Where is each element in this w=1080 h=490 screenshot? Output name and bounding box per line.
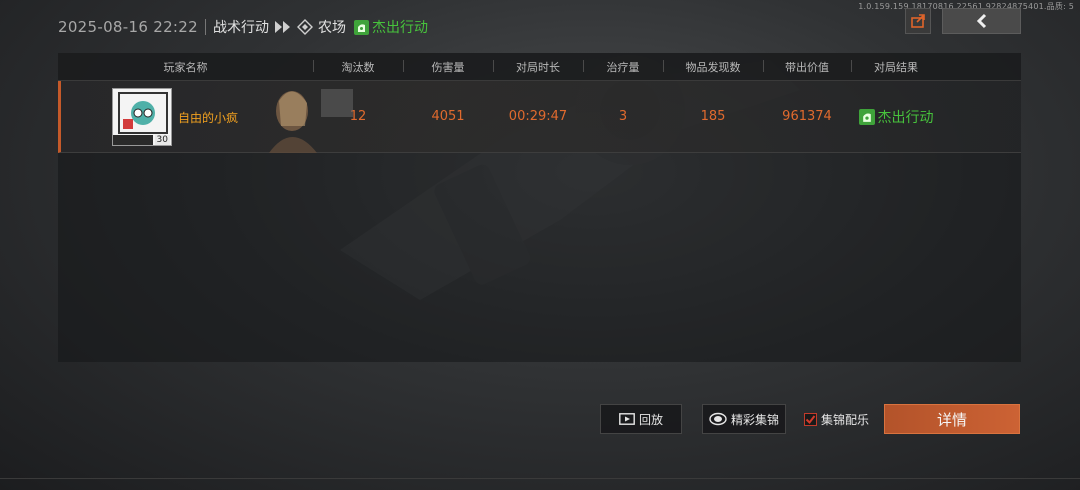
col-header-healing: 治疗量 [583, 59, 663, 75]
music-label: 集锦配乐 [821, 413, 870, 427]
map-diamond-icon [296, 19, 313, 35]
details-button[interactable]: 详情 [884, 404, 1020, 434]
double-chevron-icon [274, 21, 291, 33]
col-header-duration: 对局时长 [493, 59, 583, 75]
cell-duration: 00:29:47 [508, 109, 568, 124]
replay-button[interactable]: 回放 [600, 404, 682, 434]
header-divider [204, 19, 206, 35]
col-header-damage: 伤害量 [403, 59, 493, 75]
col-header-kills: 淘汰数 [313, 59, 403, 75]
share-button[interactable] [905, 8, 931, 34]
highlights-label: 精彩集锦 [730, 412, 779, 427]
col-header-extract-value: 带出价值 [763, 59, 851, 75]
player-cell: 30 自由的小疯 [61, 81, 353, 153]
replay-icon [619, 413, 635, 425]
details-label: 详情 [936, 410, 967, 429]
match-datetime: 2025-08-16 22:22 [58, 18, 198, 36]
cell-result: 杰出行动 [851, 107, 941, 127]
highlights-button[interactable]: 精彩集锦 [702, 404, 786, 434]
match-header: 2025-08-16 22:22 战术行动 农场 杰出行动 [58, 14, 428, 40]
back-button[interactable] [942, 8, 1021, 34]
table-header: 玩家名称 淘汰数 伤害量 对局时长 治疗量 物品发现数 带出价值 对局结果 [58, 53, 1021, 81]
col-header-items-found: 物品发现数 [663, 59, 763, 75]
cell-damage: 4051 [431, 109, 465, 124]
share-icon [911, 14, 925, 28]
extract-result-icon [353, 19, 369, 35]
bottom-divider [0, 478, 1080, 479]
game-mode: 战术行动 [212, 20, 269, 36]
cell-items-found: 185 [700, 109, 726, 124]
checkbox-icon[interactable] [804, 413, 817, 426]
result-text: 杰出行动 [877, 109, 934, 126]
back-icon [976, 13, 986, 29]
highlights-icon [709, 412, 727, 426]
cell-extract-value: 961374 [782, 109, 832, 124]
match-result-header: 杰出行动 [371, 20, 428, 36]
extract-result-icon [858, 108, 875, 125]
col-header-player: 玩家名称 [163, 60, 208, 74]
player-level: 30 [154, 135, 170, 145]
operator-portrait [269, 89, 353, 153]
col-header-result: 对局结果 [851, 59, 941, 75]
cell-healing: 3 [618, 109, 628, 124]
player-name: 自由的小疯 [178, 111, 239, 125]
table-row[interactable]: 30 自由的小疯 12 4051 00:29:47 3 185 961374 杰… [58, 81, 1021, 153]
replay-label: 回放 [638, 412, 663, 427]
match-results-table: 玩家名称 淘汰数 伤害量 对局时长 治疗量 物品发现数 带出价值 对局结果 30 [58, 53, 1021, 362]
avatar[interactable]: 30 [112, 88, 172, 146]
highlight-music-toggle[interactable]: 集锦配乐 [804, 411, 869, 428]
map-name: 农场 [317, 20, 346, 36]
